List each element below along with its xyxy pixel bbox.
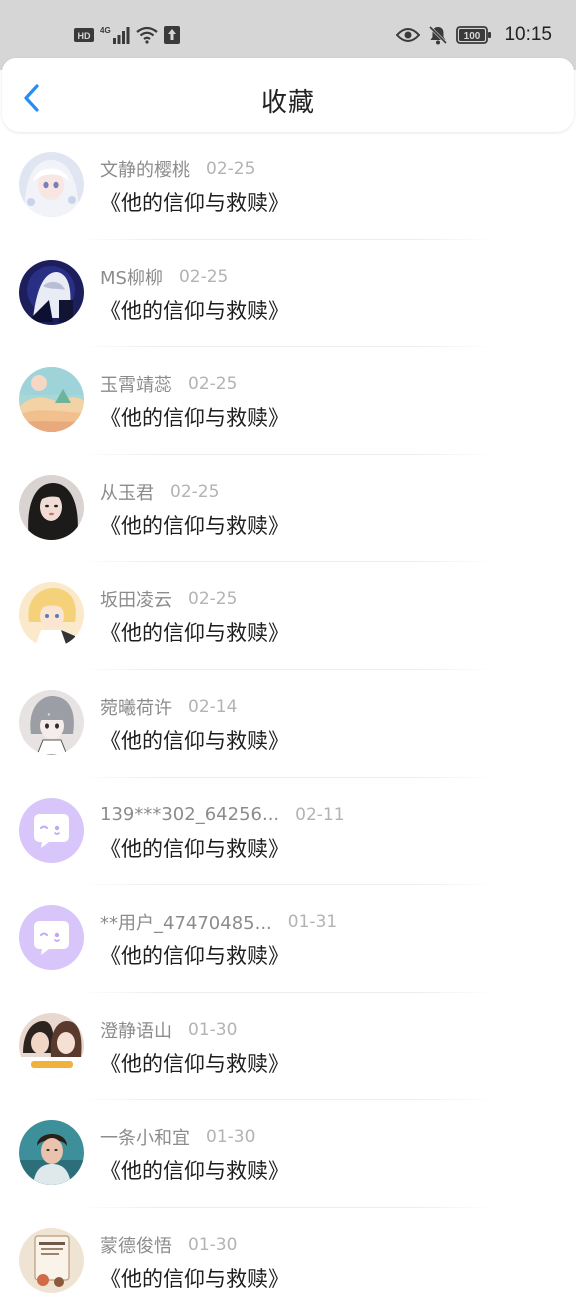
item-meta: MS柳柳 02-25 [100,265,228,289]
avatar[interactable] [19,582,84,648]
user-name[interactable]: 玉霄靖蕊 [100,371,172,397]
user-name[interactable]: **用户_47470485... [100,909,272,935]
post-title[interactable]: 《他的信仰与救赎》 [100,617,289,647]
avatar[interactable] [19,1120,84,1186]
nav-bar: 收藏 [2,58,574,132]
post-title[interactable]: 《他的信仰与救赎》 [100,1263,289,1293]
post-title[interactable]: 《他的信仰与救赎》 [100,940,289,970]
user-name[interactable]: 澄静语山 [100,1017,172,1043]
item-meta: 文静的樱桃 02-25 [100,157,255,181]
item-date: 02-25 [170,481,220,502]
item-date: 01-31 [287,912,338,933]
signal-icon: 4G [100,26,130,44]
item-meta: 澄静语山 01-30 [100,1018,237,1042]
post-title[interactable]: 《他的信仰与救赎》 [100,187,289,217]
user-name[interactable]: 一条小和宜 [100,1124,190,1150]
wifi-icon [136,26,158,44]
list-item[interactable]: 一条小和宜 01-30 《他的信仰与救赎》 [0,1100,576,1208]
list-item[interactable]: 139***302_64256... 02-11 《他的信仰与救赎》 [0,778,576,886]
avatar[interactable] [19,1012,84,1078]
item-date: 02-25 [178,266,229,287]
list-item[interactable]: **用户_47470485... 01-31 《他的信仰与救赎》 [0,885,576,993]
svg-text:HD: HD [78,31,91,41]
avatar[interactable] [19,689,84,755]
status-time: 10:15 [504,24,552,45]
user-name[interactable]: 坂田凌云 [100,586,172,612]
svg-text:4G: 4G [100,26,111,35]
post-title[interactable]: 《他的信仰与救赎》 [100,510,289,540]
avatar[interactable] [19,797,84,863]
list-item[interactable]: 玉霄靖蕊 02-25 《他的信仰与救赎》 [0,347,576,455]
default-avatar-icon [19,905,84,971]
user-name[interactable]: 139***302_64256... [100,804,279,825]
mute-bell-icon [429,25,448,45]
item-meta: 一条小和宜 01-30 [100,1125,255,1149]
page-title: 收藏 [260,88,315,118]
user-name[interactable]: 从玉君 [100,479,154,505]
avatar[interactable] [19,367,84,433]
post-title[interactable]: 《他的信仰与救赎》 [100,725,289,755]
user-name[interactable]: 蒙德俊悟 [100,1232,172,1258]
user-name[interactable]: 文静的樱桃 [100,156,190,182]
avatar[interactable] [19,152,84,217]
list-item[interactable]: 蒙德俊悟 01-30 《他的信仰与救赎》 [0,1208,576,1316]
avatar[interactable] [19,905,84,971]
avatar[interactable] [19,1227,84,1293]
item-meta: 从玉君 02-25 [100,480,219,504]
svg-text:100: 100 [464,31,481,42]
post-title[interactable]: 《他的信仰与救赎》 [100,1048,289,1078]
item-date: 02-14 [188,696,238,717]
avatar[interactable] [19,259,84,325]
list-item[interactable]: 坂田凌云 02-25 《他的信仰与救赎》 [0,562,576,670]
list-item[interactable]: 文静的樱桃 02-25 《他的信仰与救赎》 [0,132,576,240]
user-name[interactable]: MS柳柳 [100,264,163,290]
status-right: 100 10:15 [396,22,552,48]
item-meta: 139***302_64256... 02-11 [100,803,345,827]
item-date: 02-25 [188,589,238,610]
item-meta: 玉霄靖蕊 02-25 [100,372,237,396]
item-date: 02-25 [188,374,238,395]
item-meta: 蒙德俊悟 01-30 [100,1233,237,1257]
item-date: 01-30 [188,1019,238,1040]
status-left: HD 4G [74,22,180,48]
default-avatar-icon [19,797,84,863]
post-title[interactable]: 《他的信仰与救赎》 [100,402,289,432]
item-meta: **用户_47470485... 01-31 [100,910,337,934]
hd-icon: HD [74,28,94,42]
avatar[interactable] [19,474,84,540]
item-date: 02-25 [206,159,256,179]
post-title[interactable]: 《他的信仰与救赎》 [100,295,289,325]
upload-icon [164,26,180,44]
list-item[interactable]: 从玉君 02-25 《他的信仰与救赎》 [0,455,576,563]
favorites-list: 文静的樱桃 02-25 《他的信仰与救赎》 MS柳柳 02-25 《他的信仰与救… [0,132,576,1316]
item-date: 01-30 [188,1234,238,1255]
list-item[interactable]: 澄静语山 01-30 《他的信仰与救赎》 [0,993,576,1101]
battery-icon: 100 [456,26,492,44]
item-date: 02-11 [295,804,345,825]
item-meta: 菀曦荷许 02-14 [100,695,237,719]
user-name[interactable]: 菀曦荷许 [100,694,172,720]
list-item[interactable]: 菀曦荷许 02-14 《他的信仰与救赎》 [0,670,576,778]
eye-icon [396,28,421,42]
item-meta: 坂田凌云 02-25 [100,587,237,611]
list-item[interactable]: MS柳柳 02-25 《他的信仰与救赎》 [0,240,576,348]
post-title[interactable]: 《他的信仰与救赎》 [100,1155,289,1185]
post-title[interactable]: 《他的信仰与救赎》 [100,833,289,863]
item-date: 01-30 [206,1127,256,1148]
